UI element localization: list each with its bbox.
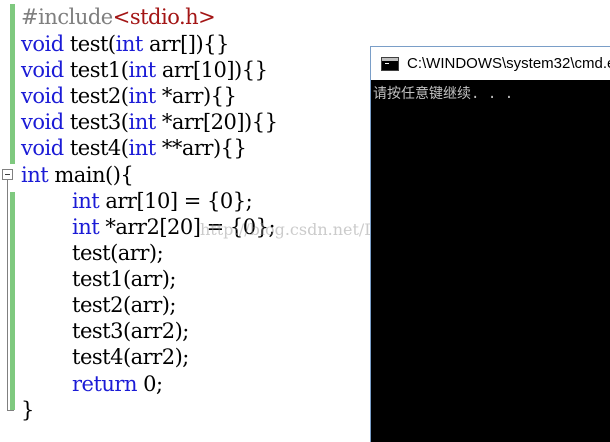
code-line-8[interactable]: int arr[10] = {0};	[72, 188, 253, 214]
code-line-9[interactable]: int *arr2[20] = {0};	[72, 214, 276, 240]
code-line-15[interactable]: return 0;	[72, 371, 163, 397]
code-text: 0;	[137, 372, 163, 396]
keyword: int	[72, 215, 100, 239]
console-titlebar[interactable]: C:\WINDOWS\system32\cmd.exe	[371, 47, 610, 80]
keyword: void	[21, 110, 64, 134]
code-text: arr[10] = {0};	[99, 189, 253, 213]
code-line-1[interactable]: #include<stdio.h>	[21, 4, 216, 30]
code-line-5[interactable]: void test3(int *arr[20]){}	[21, 109, 278, 135]
keyword: void	[21, 58, 64, 82]
code-text: test3(arr2);	[72, 319, 189, 343]
console-title: C:\WINDOWS\system32\cmd.exe	[407, 55, 610, 72]
collapse-main-icon[interactable]	[2, 169, 13, 180]
code-text: }	[21, 398, 34, 422]
code-text: test2(arr);	[72, 293, 177, 317]
console-app-icon[interactable]	[381, 56, 399, 71]
keyword: int	[72, 189, 100, 213]
keyword: void	[21, 136, 64, 160]
code-line-7[interactable]: int main(){	[21, 162, 134, 188]
code-line-12[interactable]: test2(arr);	[72, 292, 177, 318]
code-line-11[interactable]: test1(arr);	[72, 266, 177, 292]
code-text: test2(	[63, 84, 129, 108]
keyword: int	[128, 84, 156, 108]
code-line-16[interactable]: }	[21, 397, 34, 423]
code-line-13[interactable]: test3(arr2);	[72, 318, 189, 344]
keyword: return	[72, 372, 138, 396]
code-line-3[interactable]: void test1(int arr[10]){}	[21, 57, 268, 83]
console-window[interactable]: C:\WINDOWS\system32\cmd.exe 请按任意键继续. . .	[370, 46, 610, 442]
code-text: test1(	[63, 58, 129, 82]
code-text: test4(	[63, 136, 129, 160]
code-text: arr[10]){}	[155, 58, 268, 82]
keyword: int	[128, 136, 156, 160]
keyword: int	[128, 58, 156, 82]
code-text: arr[]){}	[142, 32, 229, 56]
code-text: test3(	[63, 110, 129, 134]
code-text: *arr){}	[155, 84, 237, 108]
include-header: <stdio.h>	[112, 5, 216, 29]
code-text: test1(arr);	[72, 267, 177, 291]
preprocessor-directive: #include	[21, 5, 113, 29]
fold-guide-line	[7, 180, 8, 410]
fold-guide-end	[7, 410, 14, 411]
keyword: int	[21, 163, 49, 187]
code-text: test(	[63, 32, 116, 56]
code-line-2[interactable]: void test(int arr[]){}	[21, 31, 229, 57]
keyword: void	[21, 32, 64, 56]
change-marker-bar	[10, 4, 15, 164]
code-text: test(arr);	[72, 241, 164, 265]
keyword: int	[115, 32, 144, 56]
console-body[interactable]: 请按任意键继续. . .	[371, 80, 610, 442]
code-line-10[interactable]: test(arr);	[72, 240, 164, 266]
keyword: int	[128, 110, 156, 134]
code-text: test4(arr2);	[72, 345, 189, 369]
code-line-14[interactable]: test4(arr2);	[72, 344, 189, 370]
screen: #include<stdio.h> void test(int arr[]){}…	[0, 0, 610, 442]
code-text: *arr2[20] = {0};	[99, 215, 276, 239]
code-text: *arr[20]){}	[155, 110, 278, 134]
keyword: void	[21, 84, 64, 108]
change-marker-bar	[10, 192, 15, 410]
code-text: main(){	[48, 163, 134, 187]
code-line-6[interactable]: void test4(int **arr){}	[21, 135, 247, 161]
code-text: **arr){}	[155, 136, 247, 160]
console-output: 请按任意键继续. . .	[373, 86, 514, 102]
code-line-4[interactable]: void test2(int *arr){}	[21, 83, 237, 109]
